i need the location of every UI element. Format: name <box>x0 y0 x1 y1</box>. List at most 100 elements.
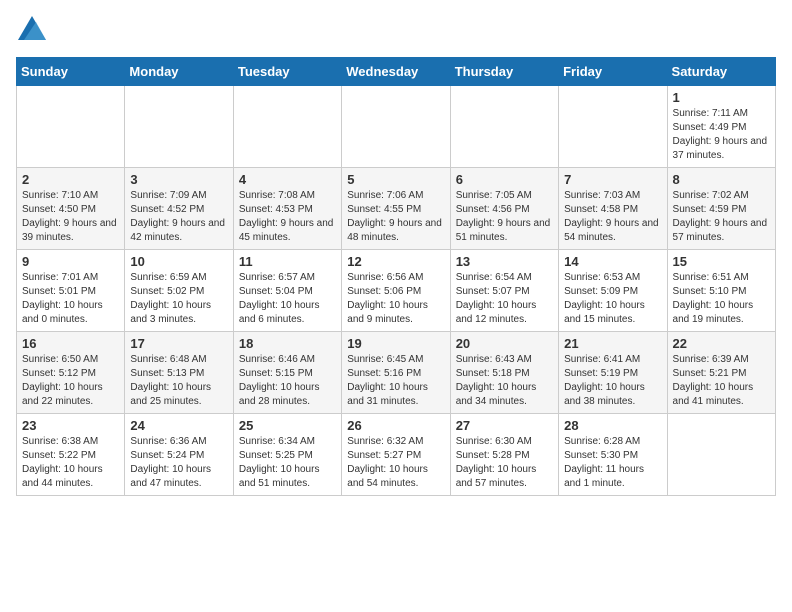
day-number: 7 <box>564 172 661 187</box>
day-info: Sunrise: 6:46 AM Sunset: 5:15 PM Dayligh… <box>239 353 336 409</box>
day-info: Sunrise: 7:08 AM Sunset: 4:53 PM Dayligh… <box>239 189 336 245</box>
day-info: Sunrise: 6:28 AM Sunset: 5:30 PM Dayligh… <box>564 435 661 491</box>
calendar-cell <box>17 86 125 168</box>
day-number: 6 <box>456 172 553 187</box>
day-number: 20 <box>456 336 553 351</box>
day-info: Sunrise: 7:02 AM Sunset: 4:59 PM Dayligh… <box>673 189 770 245</box>
day-number: 5 <box>347 172 444 187</box>
day-info: Sunrise: 6:36 AM Sunset: 5:24 PM Dayligh… <box>130 435 227 491</box>
day-number: 24 <box>130 418 227 433</box>
calendar-cell: 24 Sunrise: 6:36 AM Sunset: 5:24 PM Dayli… <box>125 414 233 496</box>
day-info: Sunrise: 6:50 AM Sunset: 5:12 PM Dayligh… <box>22 353 119 409</box>
calendar-cell: 11 Sunrise: 6:57 AM Sunset: 5:04 PM Dayli… <box>233 250 341 332</box>
calendar-cell <box>233 86 341 168</box>
day-number: 23 <box>22 418 119 433</box>
calendar-cell: 7 Sunrise: 7:03 AM Sunset: 4:58 PM Daylig… <box>559 168 667 250</box>
calendar-cell: 19Sunrise: 6:45 AM Sunset: 5:16 PM Dayli… <box>342 332 450 414</box>
day-number: 3 <box>130 172 227 187</box>
day-number: 11 <box>239 254 336 269</box>
column-header-saturday: Saturday <box>667 58 775 86</box>
day-info: Sunrise: 7:05 AM Sunset: 4:56 PM Dayligh… <box>456 189 553 245</box>
column-header-tuesday: Tuesday <box>233 58 341 86</box>
day-number: 10 <box>130 254 227 269</box>
calendar-cell: 4 Sunrise: 7:08 AM Sunset: 4:53 PM Daylig… <box>233 168 341 250</box>
calendar-cell: 25 Sunrise: 6:34 AM Sunset: 5:25 PM Dayli… <box>233 414 341 496</box>
calendar-cell <box>450 86 558 168</box>
day-info: Sunrise: 6:59 AM Sunset: 5:02 PM Dayligh… <box>130 271 227 327</box>
calendar-cell: 12 Sunrise: 6:56 AM Sunset: 5:06 PM Dayli… <box>342 250 450 332</box>
calendar-cell <box>667 414 775 496</box>
day-info: Sunrise: 7:10 AM Sunset: 4:50 PM Dayligh… <box>22 189 119 245</box>
day-number: 26 <box>347 418 444 433</box>
day-number: 22 <box>673 336 770 351</box>
calendar-cell: 27 Sunrise: 6:30 AM Sunset: 5:28 PM Dayli… <box>450 414 558 496</box>
day-number: 16 <box>22 336 119 351</box>
logo <box>16 16 48 45</box>
day-info: Sunrise: 6:51 AM Sunset: 5:10 PM Dayligh… <box>673 271 770 327</box>
day-info: Sunrise: 6:54 AM Sunset: 5:07 PM Dayligh… <box>456 271 553 327</box>
calendar-cell: 22 Sunrise: 6:39 AM Sunset: 5:21 PM Dayli… <box>667 332 775 414</box>
day-info: Sunrise: 6:39 AM Sunset: 5:21 PM Dayligh… <box>673 353 770 409</box>
day-info: Sunrise: 6:56 AM Sunset: 5:06 PM Dayligh… <box>347 271 444 327</box>
calendar-week-row: 1Sunrise: 7:11 AM Sunset: 4:49 PM Daylig… <box>17 86 776 168</box>
calendar-cell: 15 Sunrise: 6:51 AM Sunset: 5:10 PM Dayli… <box>667 250 775 332</box>
day-number: 12 <box>347 254 444 269</box>
calendar-cell: 13 Sunrise: 6:54 AM Sunset: 5:07 PM Dayli… <box>450 250 558 332</box>
day-number: 25 <box>239 418 336 433</box>
day-info: Sunrise: 6:34 AM Sunset: 5:25 PM Dayligh… <box>239 435 336 491</box>
logo-icon <box>18 16 46 40</box>
calendar-week-row: 23 Sunrise: 6:38 AM Sunset: 5:22 PM Dayli… <box>17 414 776 496</box>
day-number: 13 <box>456 254 553 269</box>
calendar-cell: 5 Sunrise: 7:06 AM Sunset: 4:55 PM Daylig… <box>342 168 450 250</box>
day-info: Sunrise: 6:41 AM Sunset: 5:19 PM Dayligh… <box>564 353 661 409</box>
column-header-wednesday: Wednesday <box>342 58 450 86</box>
calendar-cell: 9Sunrise: 7:01 AM Sunset: 5:01 PM Daylig… <box>17 250 125 332</box>
calendar-cell: 2 Sunrise: 7:10 AM Sunset: 4:50 PM Daylig… <box>17 168 125 250</box>
calendar-cell: 1Sunrise: 7:11 AM Sunset: 4:49 PM Daylig… <box>667 86 775 168</box>
day-number: 18 <box>239 336 336 351</box>
calendar-cell: 3 Sunrise: 7:09 AM Sunset: 4:52 PM Daylig… <box>125 168 233 250</box>
day-info: Sunrise: 6:45 AM Sunset: 5:16 PM Dayligh… <box>347 353 444 409</box>
day-number: 2 <box>22 172 119 187</box>
calendar-cell: 20 Sunrise: 6:43 AM Sunset: 5:18 PM Dayli… <box>450 332 558 414</box>
calendar-week-row: 16 Sunrise: 6:50 AM Sunset: 5:12 PM Dayli… <box>17 332 776 414</box>
day-number: 14 <box>564 254 661 269</box>
day-number: 4 <box>239 172 336 187</box>
calendar-cell: 8 Sunrise: 7:02 AM Sunset: 4:59 PM Daylig… <box>667 168 775 250</box>
calendar-cell: 21 Sunrise: 6:41 AM Sunset: 5:19 PM Dayli… <box>559 332 667 414</box>
day-info: Sunrise: 7:01 AM Sunset: 5:01 PM Dayligh… <box>22 271 119 327</box>
day-info: Sunrise: 6:57 AM Sunset: 5:04 PM Dayligh… <box>239 271 336 327</box>
day-number: 15 <box>673 254 770 269</box>
calendar-table: SundayMondayTuesdayWednesdayThursdayFrid… <box>16 57 776 496</box>
day-info: Sunrise: 6:38 AM Sunset: 5:22 PM Dayligh… <box>22 435 119 491</box>
day-info: Sunrise: 6:53 AM Sunset: 5:09 PM Dayligh… <box>564 271 661 327</box>
day-number: 21 <box>564 336 661 351</box>
calendar-cell: 17Sunrise: 6:48 AM Sunset: 5:13 PM Dayli… <box>125 332 233 414</box>
calendar-cell: 6 Sunrise: 7:05 AM Sunset: 4:56 PM Daylig… <box>450 168 558 250</box>
calendar-week-row: 9Sunrise: 7:01 AM Sunset: 5:01 PM Daylig… <box>17 250 776 332</box>
day-number: 17 <box>130 336 227 351</box>
calendar-cell <box>125 86 233 168</box>
day-info: Sunrise: 6:32 AM Sunset: 5:27 PM Dayligh… <box>347 435 444 491</box>
day-info: Sunrise: 7:06 AM Sunset: 4:55 PM Dayligh… <box>347 189 444 245</box>
page-header <box>16 16 776 45</box>
day-info: Sunrise: 7:09 AM Sunset: 4:52 PM Dayligh… <box>130 189 227 245</box>
column-header-friday: Friday <box>559 58 667 86</box>
calendar-header-row: SundayMondayTuesdayWednesdayThursdayFrid… <box>17 58 776 86</box>
day-info: Sunrise: 6:43 AM Sunset: 5:18 PM Dayligh… <box>456 353 553 409</box>
day-number: 1 <box>673 90 770 105</box>
column-header-monday: Monday <box>125 58 233 86</box>
day-info: Sunrise: 7:03 AM Sunset: 4:58 PM Dayligh… <box>564 189 661 245</box>
calendar-cell: 16 Sunrise: 6:50 AM Sunset: 5:12 PM Dayli… <box>17 332 125 414</box>
calendar-cell: 28 Sunrise: 6:28 AM Sunset: 5:30 PM Dayli… <box>559 414 667 496</box>
day-number: 27 <box>456 418 553 433</box>
day-number: 8 <box>673 172 770 187</box>
day-number: 28 <box>564 418 661 433</box>
day-info: Sunrise: 6:30 AM Sunset: 5:28 PM Dayligh… <box>456 435 553 491</box>
calendar-cell: 14 Sunrise: 6:53 AM Sunset: 5:09 PM Dayli… <box>559 250 667 332</box>
calendar-cell: 23 Sunrise: 6:38 AM Sunset: 5:22 PM Dayli… <box>17 414 125 496</box>
calendar-week-row: 2 Sunrise: 7:10 AM Sunset: 4:50 PM Daylig… <box>17 168 776 250</box>
column-header-sunday: Sunday <box>17 58 125 86</box>
column-header-thursday: Thursday <box>450 58 558 86</box>
calendar-cell: 18 Sunrise: 6:46 AM Sunset: 5:15 PM Dayli… <box>233 332 341 414</box>
